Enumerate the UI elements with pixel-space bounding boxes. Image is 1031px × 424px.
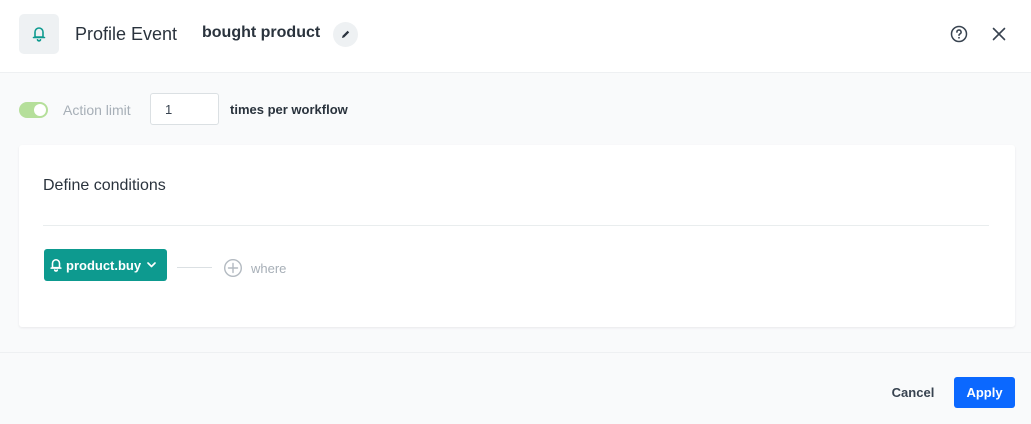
conditions-title: Define conditions <box>43 177 166 194</box>
action-limit-suffix: times per workflow <box>230 102 348 117</box>
card-divider <box>43 225 989 226</box>
modal-title: Profile Event <box>75 24 178 44</box>
action-limit-toggle[interactable] <box>19 102 48 118</box>
close-icon <box>992 27 1006 41</box>
cancel-button[interactable]: Cancel <box>881 377 945 408</box>
add-where-label: where <box>251 260 287 276</box>
event-selector[interactable]: product.buy <box>44 249 167 281</box>
edit-name-button[interactable] <box>333 22 358 47</box>
modal-header: Profile Event bought product <box>0 0 1031 73</box>
apply-button[interactable]: Apply <box>954 377 1015 408</box>
action-limit-label: Action limit <box>63 102 131 118</box>
event-selector-label: product.buy <box>66 257 142 273</box>
bell-icon <box>50 258 62 272</box>
close-button[interactable] <box>988 23 1010 45</box>
toggle-knob <box>34 104 46 116</box>
event-type-badge <box>19 14 59 54</box>
question-circle-icon <box>950 25 968 43</box>
conditions-card: Define conditions product.buy where <box>19 145 1015 327</box>
plus-circle-icon <box>223 258 243 278</box>
pencil-icon <box>342 30 350 38</box>
footer-divider <box>0 352 1031 353</box>
chevron-down-icon <box>147 262 156 268</box>
help-button[interactable] <box>948 23 970 45</box>
event-name: bought product <box>202 24 321 41</box>
condition-connector-line <box>177 267 212 268</box>
add-where-button[interactable]: where <box>223 257 286 279</box>
bell-icon <box>32 27 46 42</box>
action-limit-input[interactable] <box>150 93 219 125</box>
